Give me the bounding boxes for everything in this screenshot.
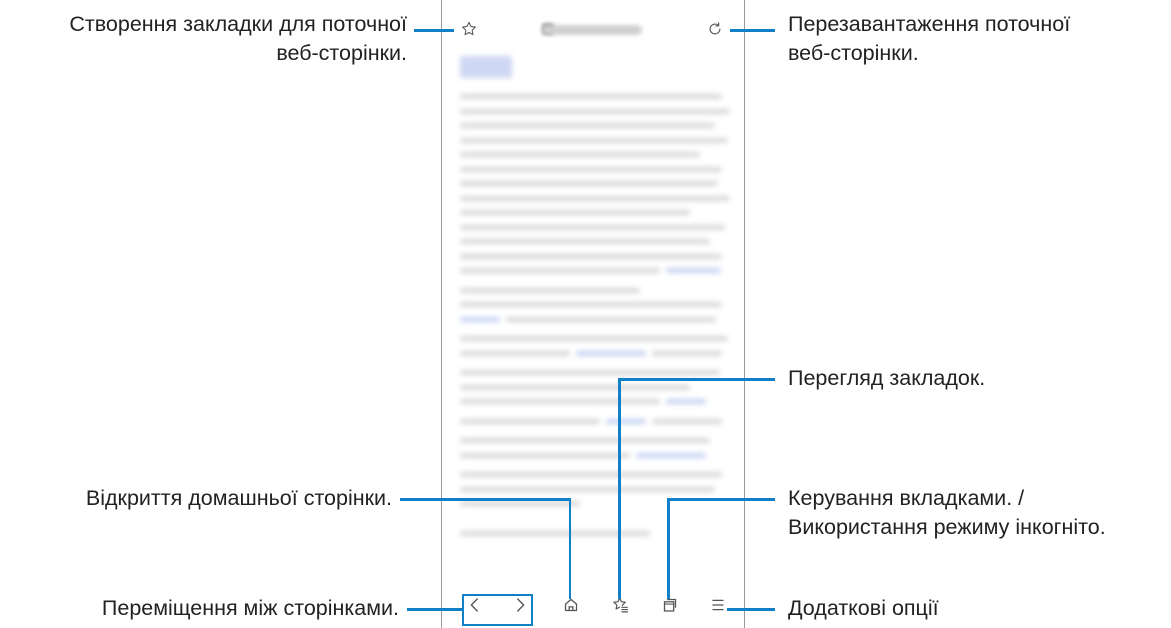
callout-line-bookmarks-view-vertical — [618, 378, 621, 599]
home-button[interactable] — [560, 594, 582, 616]
bookmarks-icon — [613, 597, 629, 613]
callout-line-more — [727, 608, 775, 611]
label-bookmark-create: Створення закладки для поточної веб-стор… — [69, 12, 407, 65]
bookmarks-button[interactable] — [610, 594, 632, 616]
navigation-buttons-highlight — [462, 594, 533, 626]
browser-top-toolbar — [442, 14, 744, 46]
reload-icon — [709, 22, 721, 35]
callout-line-bookmarks-view — [618, 378, 775, 381]
more-options-button[interactable] — [707, 594, 729, 616]
label-reload: Перезавантаження поточної веб-сторінки. — [788, 12, 1071, 65]
callout-line-tabs — [667, 498, 775, 501]
label-tabs: Керування вкладками. / Використання режи… — [788, 486, 1106, 539]
label-navigate: Переміщення між сторінками. — [101, 596, 399, 620]
callout-line-navigate — [407, 608, 463, 611]
callout-line-home — [400, 498, 571, 501]
page-heading — [460, 56, 512, 78]
tabs-icon — [663, 598, 677, 612]
label-more: Додаткові опції — [788, 596, 939, 620]
reload-button[interactable] — [706, 20, 724, 38]
blurred-page-content — [456, 52, 730, 572]
bookmark-add-button[interactable] — [460, 20, 478, 38]
tabs-button[interactable] — [659, 594, 681, 616]
label-bookmarks-view: Перегляд закладок. — [788, 366, 986, 390]
callout-line-reload — [730, 29, 775, 32]
star-outline-icon — [462, 21, 476, 36]
callout-line-home-vertical — [568, 498, 571, 599]
callout-line-bookmark-create — [414, 29, 454, 32]
callout-line-tabs-vertical — [667, 498, 670, 599]
phone-screen — [441, 0, 745, 628]
menu-icon — [712, 599, 724, 611]
url-bar[interactable] — [542, 25, 642, 35]
home-icon — [564, 598, 578, 612]
label-home: Відкриття домашньої сторінки. — [85, 486, 392, 510]
